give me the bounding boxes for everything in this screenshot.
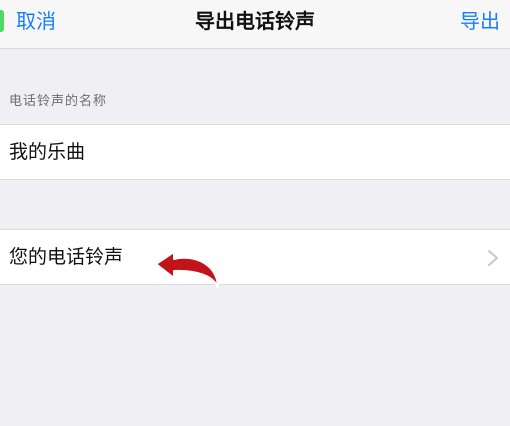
ringtone-name-value[interactable]: 我的乐曲 [9,138,85,166]
annotation-arrow-icon [155,251,219,289]
cancel-button[interactable]: 取消 [16,6,56,36]
status-indicator [0,10,4,32]
export-button[interactable]: 导出 [460,6,500,36]
page-title: 导出电话铃声 [195,9,315,33]
your-ringtones-row[interactable]: 您的电话铃声 [0,229,510,285]
chevron-right-icon [488,250,498,266]
navigation-bar: 取消 导出电话铃声 导出 [0,0,510,49]
ringtone-name-field[interactable]: 我的乐曲 [0,124,510,180]
ringtone-name-section-header: 电话铃声的名称 [9,94,108,109]
your-ringtones-label: 您的电话铃声 [9,246,124,268]
